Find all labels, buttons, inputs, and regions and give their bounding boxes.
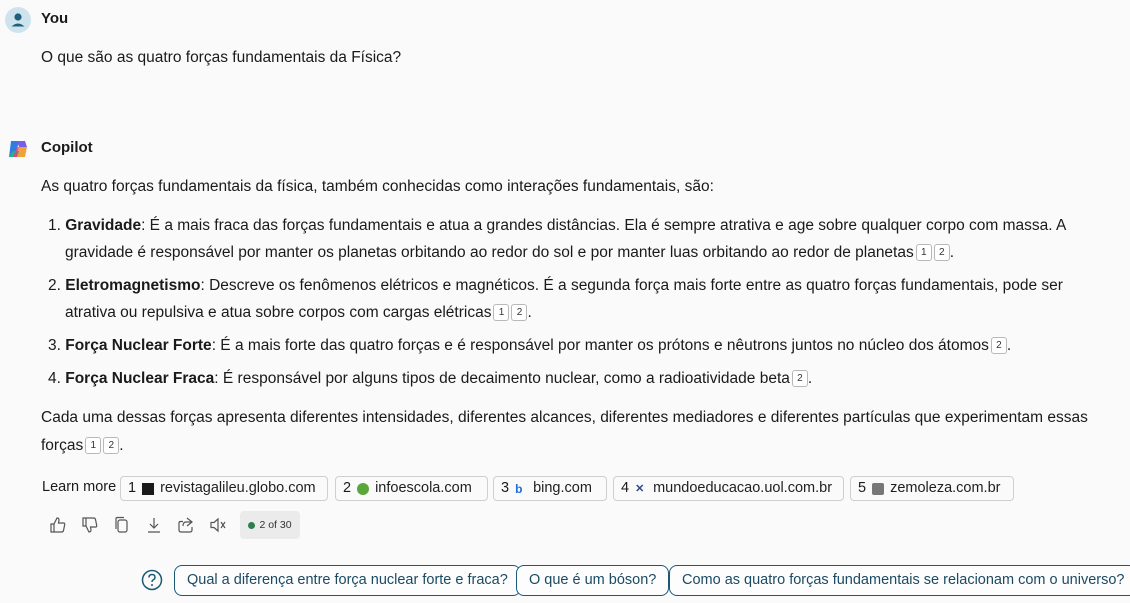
response-counter: 2 of 30 [240,511,300,539]
item-text-continued: atrativa ou repulsiva e atua sobre corpo… [65,304,492,321]
galileu-favicon-icon [142,482,155,495]
user-avatar [5,7,31,33]
source-index: 4 [621,480,630,496]
list-item: 4. Força Nuclear Fraca: É responsável po… [48,365,1098,392]
suggestion-chip-1[interactable]: Qual a diferença entre força nuclear for… [174,565,521,596]
mundoeducacao-favicon-icon: ✕ [635,482,645,495]
citation-1[interactable]: 1 [915,244,932,261]
copilot-icon [9,141,27,157]
item-title: Força Nuclear Fraca [65,370,215,387]
citation-2[interactable]: 2 [933,244,950,261]
copy-icon[interactable] [112,515,132,535]
learn-more-label: Learn more [42,479,117,495]
suggestion-chip-2[interactable]: O que é um bóson? [516,565,670,596]
item-number: 4. [48,370,61,387]
citation-2[interactable]: 2 [990,337,1007,354]
item-end: . [527,304,532,321]
item-number: 2. [48,277,61,294]
summary-text-continued: forças [41,437,84,454]
list-item: 2. Eletromagnetismo: Descreve os fenômen… [48,272,1098,326]
item-end: . [807,370,813,387]
thumbs-up-icon[interactable] [48,515,68,535]
source-domain: revistagalileu.globo.com [160,480,316,496]
source-domain: bing.com [533,480,592,496]
copilot-name: Copilot [41,139,93,156]
item-text: : É responsável por alguns tipos de deca… [214,370,790,387]
source-index: 5 [858,480,867,496]
source-index: 3 [501,480,510,496]
list-item: 3. Força Nuclear Forte: É a mais forte d… [48,332,1098,359]
thumbs-down-icon[interactable] [80,515,100,535]
citation-1[interactable]: 1 [493,304,510,321]
item-end: . [949,244,955,261]
item-title: Gravidade [65,217,142,234]
citation-2[interactable]: 2 [791,370,808,387]
item-text-continued: gravidade é responsável por manter os pl… [65,244,914,261]
counter-status-dot [248,521,256,529]
citation-2[interactable]: 2 [103,437,120,454]
source-link-4[interactable]: 4 ✕ mundoeducacao.uol.com.br [613,476,844,501]
download-icon[interactable] [144,515,164,535]
source-index: 1 [128,480,137,496]
user-name: You [41,10,69,27]
item-text: : Descreve os fenômenos elétricos e magn… [200,277,1063,294]
copilot-intro: As quatro forças fundamentais da física,… [41,178,714,195]
summary-text: Cada uma dessas forças apresenta diferen… [41,409,1088,426]
counter-text: 2 of 30 [259,519,292,531]
source-domain: infoescola.com [375,480,472,496]
user-icon [11,13,25,27]
item-number: 3. [48,337,61,354]
infoescola-favicon-icon [357,482,370,495]
question-icon [141,569,163,591]
source-link-1[interactable]: 1 revistagalileu.globo.com [120,476,328,501]
source-link-3[interactable]: 3 b bing.com [493,476,607,501]
list-item: 1. Gravidade: É a mais fraca das forças … [48,212,1098,266]
source-link-2[interactable]: 2 infoescola.com [335,476,488,501]
copilot-summary: Cada uma dessas forças apresenta diferen… [41,404,1126,460]
read-aloud-icon[interactable] [208,515,228,535]
item-title: Força Nuclear Forte [65,337,212,354]
citation-1[interactable]: 1 [85,437,102,454]
bing-favicon-icon: b [515,481,523,496]
zemoleza-favicon-icon [872,482,885,495]
summary-end: . [119,437,124,454]
item-title: Eletromagnetismo [65,277,201,294]
item-end: . [1006,337,1012,354]
item-number: 1. [48,217,61,234]
share-icon[interactable] [176,515,196,535]
source-index: 2 [343,480,352,496]
source-domain: zemoleza.com.br [890,480,1001,496]
citation-2[interactable]: 2 [511,304,528,321]
user-message: O que são as quatro forças fundamentais … [41,49,402,66]
source-link-5[interactable]: 5 zemoleza.com.br [850,476,1014,501]
item-text: : É a mais fraca das forças fundamentais… [141,217,1067,234]
source-domain: mundoeducacao.uol.com.br [653,480,833,496]
copilot-logo [5,136,31,162]
suggestion-chip-3[interactable]: Como as quatro forças fundamentais se re… [669,565,1130,596]
item-text: : É a mais forte das quatro forças e é r… [211,337,989,354]
